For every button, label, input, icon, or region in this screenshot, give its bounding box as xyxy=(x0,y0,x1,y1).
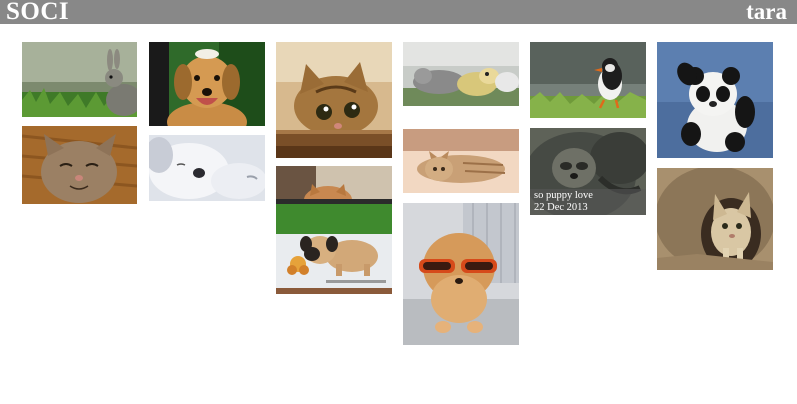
photo-tile-plush-toys[interactable] xyxy=(403,42,519,106)
brand-logo[interactable]: SOCI xyxy=(6,0,69,25)
sand-cat-photo xyxy=(657,168,773,270)
kitten-bed-photo xyxy=(403,129,519,193)
pug-photo xyxy=(276,204,392,294)
photo-tile-puppy-smiling[interactable] xyxy=(149,42,265,126)
kitten-ledge-photo xyxy=(276,166,392,204)
kitten-photo xyxy=(22,126,137,204)
photo-tile-kitten-ledge[interactable] xyxy=(276,166,392,204)
caption-date: 22 Dec 2013 xyxy=(534,202,588,213)
photo-caption: so puppy love 22 Dec 2013 xyxy=(530,189,646,215)
top-bar: SOCI tara xyxy=(0,0,797,25)
caption-title: so puppy love xyxy=(534,190,593,201)
pomeranian-photo xyxy=(403,203,519,345)
photo-tile-pug-puppy[interactable] xyxy=(276,204,392,294)
photo-tile-pomeranian[interactable] xyxy=(403,203,519,345)
plush-toys-photo xyxy=(403,42,519,106)
tabby-kitten-photo xyxy=(276,42,392,158)
username-link[interactable]: tara xyxy=(746,0,787,25)
panda-photo xyxy=(657,42,773,158)
puppy-photo xyxy=(149,42,265,126)
photo-tile-sloth[interactable]: so puppy love 22 Dec 2013 xyxy=(530,128,646,215)
photo-tile-tabby-kitten[interactable] xyxy=(276,42,392,158)
photo-tile-rabbit[interactable] xyxy=(22,42,137,117)
photo-tile-panda[interactable] xyxy=(657,42,773,158)
puffin-photo xyxy=(530,42,646,118)
rabbit-photo xyxy=(22,42,137,117)
white-puppy-photo xyxy=(149,135,265,201)
photo-tile-sand-cat[interactable] xyxy=(657,168,773,270)
photo-tile-kitten-smiling[interactable] xyxy=(22,126,137,204)
photo-tile-kitten-bed[interactable] xyxy=(403,129,519,193)
photo-tile-puffin[interactable] xyxy=(530,42,646,118)
photo-tile-sleeping-puppy[interactable] xyxy=(149,135,265,201)
